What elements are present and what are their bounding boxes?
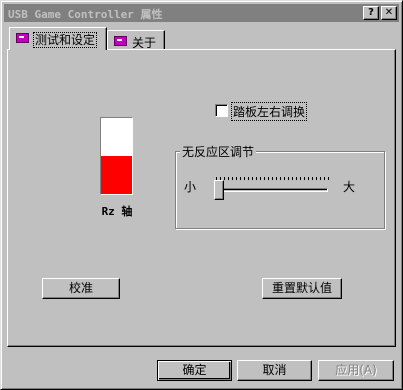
- slider-min-label: 小: [184, 180, 197, 194]
- tab-about[interactable]: 关于: [107, 30, 165, 50]
- tab-test-and-settings[interactable]: 测试和设定: [9, 27, 107, 50]
- tab-label: 测试和设定: [32, 32, 98, 48]
- properties-window: USB Game Controller 属性 ? ✕ 测试和设定 关于 Rz 轴…: [0, 0, 403, 390]
- gamepad-icon: [114, 36, 127, 46]
- slider-ticks: [216, 177, 330, 180]
- swap-pedals-checkbox[interactable]: [215, 104, 228, 117]
- tab-label: 关于: [132, 36, 157, 50]
- rz-axis-fill: [101, 156, 132, 194]
- close-button[interactable]: ✕: [381, 6, 397, 20]
- gamepad-icon: [16, 33, 29, 43]
- deadzone-group-title: 无反应区调节: [180, 143, 257, 160]
- rz-axis-label: Rz 轴: [101, 205, 133, 218]
- cancel-button[interactable]: 取消: [237, 360, 312, 381]
- slider-max-label: 大: [343, 180, 356, 194]
- help-icon: ?: [368, 7, 374, 18]
- title-bar[interactable]: USB Game Controller 属性 ? ✕: [4, 4, 399, 22]
- calibrate-button[interactable]: 校准: [42, 278, 120, 299]
- apply-button[interactable]: 应用(A): [318, 360, 394, 381]
- close-icon: ✕: [384, 7, 394, 18]
- deadzone-slider-track[interactable]: [216, 188, 328, 192]
- deadzone-slider-thumb[interactable]: [214, 180, 224, 200]
- ok-button[interactable]: 确定: [157, 360, 232, 381]
- rz-axis-meter: [100, 117, 133, 195]
- swap-pedals-label[interactable]: 踏板左右调换: [230, 102, 308, 121]
- window-title: USB Game Controller 属性: [8, 8, 163, 21]
- reset-defaults-button[interactable]: 重置默认值: [262, 278, 342, 299]
- tab-panel: Rz 轴 踏板左右调换 无反应区调节 小 大 校准 重置默认值: [7, 49, 396, 347]
- help-button[interactable]: ?: [363, 6, 379, 20]
